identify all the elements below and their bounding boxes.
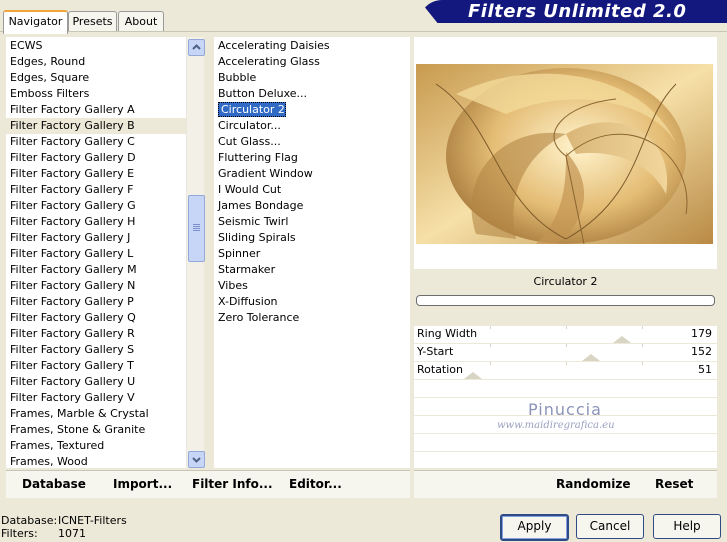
filter-item[interactable]: Zero Tolerance	[214, 310, 410, 326]
category-item[interactable]: Filter Factory Gallery M	[6, 262, 186, 278]
status-filters-label: Filters:	[1, 527, 38, 540]
help-button[interactable]: Help	[653, 514, 721, 539]
category-item[interactable]: Filter Factory Gallery Q	[6, 310, 186, 326]
category-item[interactable]: Filter Factory Gallery D	[6, 150, 186, 166]
randomize-button[interactable]: Randomize	[556, 477, 630, 491]
filter-item[interactable]: Button Deluxe...	[214, 86, 410, 102]
filter-item[interactable]: Circulator 2	[214, 102, 410, 118]
param-row-empty	[414, 452, 717, 469]
filter-item[interactable]: X-Diffusion	[214, 294, 410, 310]
filter-item[interactable]: Spinner	[214, 246, 410, 262]
filter-item[interactable]: Cut Glass...	[214, 134, 410, 150]
category-item[interactable]: ECWS	[6, 38, 186, 54]
filter-item[interactable]: Gradient Window	[214, 166, 410, 182]
progress-bar	[416, 295, 715, 306]
tab-navigator[interactable]: Navigator	[3, 10, 68, 34]
category-item[interactable]: Filter Factory Gallery T	[6, 358, 186, 374]
category-item[interactable]: Edges, Round	[6, 54, 186, 70]
app-title: Filters Unlimited 2.0	[468, 1, 687, 22]
scroll-thumb[interactable]	[188, 195, 205, 262]
filter-item[interactable]: Accelerating Glass	[214, 54, 410, 70]
category-item[interactable]: Filter Factory Gallery C	[6, 134, 186, 150]
filter-item-selected-label: Circulator 2	[218, 102, 286, 117]
param-name: Y-Start	[417, 345, 454, 358]
reset-button[interactable]: Reset	[655, 477, 693, 491]
category-item[interactable]: Filter Factory Gallery H	[6, 214, 186, 230]
tab-strip-line	[0, 31, 727, 32]
category-item[interactable]: Frames, Textured	[6, 438, 186, 454]
filter-item[interactable]: Starmaker	[214, 262, 410, 278]
filter-item[interactable]: James Bondage	[214, 198, 410, 214]
category-scrollbar[interactable]	[186, 37, 205, 468]
slider-thumb[interactable]	[613, 336, 632, 343]
preview-image	[416, 64, 713, 244]
category-item[interactable]: Filter Factory Gallery N	[6, 278, 186, 294]
param-value: 179	[691, 327, 712, 340]
status-filters-value: 1071	[58, 527, 86, 540]
param-value: 51	[698, 363, 712, 376]
tab-presets[interactable]: Presets	[68, 11, 117, 31]
category-item[interactable]: Filter Factory Gallery S	[6, 342, 186, 358]
editor-button[interactable]: Editor...	[289, 477, 342, 491]
param-name: Ring Width	[417, 327, 478, 340]
param-value: 152	[691, 345, 712, 358]
filter-item[interactable]: Fluttering Flag	[214, 150, 410, 166]
slider-thumb[interactable]	[464, 372, 483, 379]
list-toolbar: Database Import... Filter Info... Editor…	[6, 470, 410, 498]
filter-title: Circulator 2	[414, 270, 717, 294]
category-item[interactable]: Frames, Stone & Granite	[6, 422, 186, 438]
category-item[interactable]: Frames, Marble & Crystal	[6, 406, 186, 422]
category-item[interactable]: Filter Factory Gallery V	[6, 390, 186, 406]
filter-item[interactable]: I Would Cut	[214, 182, 410, 198]
param-slider-row[interactable]: Y-Start 152	[414, 344, 717, 362]
param-row-empty	[414, 380, 717, 398]
scroll-up-button[interactable]	[188, 39, 205, 56]
category-item[interactable]: Filter Factory Gallery U	[6, 374, 186, 390]
filter-item[interactable]: Accelerating Daisies	[214, 38, 410, 54]
watermark-url: www.maidiregrafica.eu	[497, 420, 615, 431]
filter-item[interactable]: Seismic Twirl	[214, 214, 410, 230]
watermark-name: Pinuccia	[528, 400, 602, 419]
category-item[interactable]: Edges, Square	[6, 70, 186, 86]
category-item[interactable]: Frames, Wood	[6, 454, 186, 470]
filter-item[interactable]: Vibes	[214, 278, 410, 294]
param-name: Rotation	[417, 363, 464, 376]
filter-list[interactable]: Accelerating Daisies Accelerating Glass Bu…	[214, 37, 410, 468]
category-item[interactable]: Filter Factory Gallery L	[6, 246, 186, 262]
param-slider-row[interactable]: Rotation 51	[414, 362, 717, 380]
filter-item[interactable]: Sliding Spirals	[214, 230, 410, 246]
database-button[interactable]: Database	[22, 477, 86, 491]
scroll-down-button[interactable]	[188, 451, 205, 468]
category-item[interactable]: Filter Factory Gallery B	[6, 118, 186, 134]
category-item[interactable]: Filter Factory Gallery J	[6, 230, 186, 246]
param-slider-row[interactable]: Ring Width 179	[414, 326, 717, 344]
slider-thumb[interactable]	[582, 354, 600, 361]
chevron-down-icon	[192, 457, 201, 463]
preview-toolbar: Randomize Reset	[414, 470, 717, 498]
tab-about[interactable]: About	[118, 11, 164, 31]
category-item[interactable]: Filter Factory Gallery P	[6, 294, 186, 310]
chevron-up-icon	[192, 44, 201, 50]
filter-info-button[interactable]: Filter Info...	[192, 477, 273, 491]
category-item[interactable]: Filter Factory Gallery R	[6, 326, 186, 342]
category-item[interactable]: Filter Factory Gallery G	[6, 198, 186, 214]
import-button[interactable]: Import...	[113, 477, 172, 491]
filter-item[interactable]: Bubble	[214, 70, 410, 86]
status-database-value: ICNET-Filters	[58, 514, 127, 527]
filter-item[interactable]: Circulator...	[214, 118, 410, 134]
apply-button[interactable]: Apply	[500, 514, 569, 541]
status-database-label: Database:	[1, 514, 58, 527]
param-row-empty	[414, 434, 717, 452]
category-item[interactable]: Emboss Filters	[6, 86, 186, 102]
category-item[interactable]: Filter Factory Gallery A	[6, 102, 186, 118]
category-item[interactable]: Filter Factory Gallery F	[6, 182, 186, 198]
category-item[interactable]: Filter Factory Gallery E	[6, 166, 186, 182]
cancel-button[interactable]: Cancel	[576, 514, 644, 539]
category-list[interactable]: ECWS Edges, Round Edges, Square Emboss Filt…	[6, 37, 186, 468]
